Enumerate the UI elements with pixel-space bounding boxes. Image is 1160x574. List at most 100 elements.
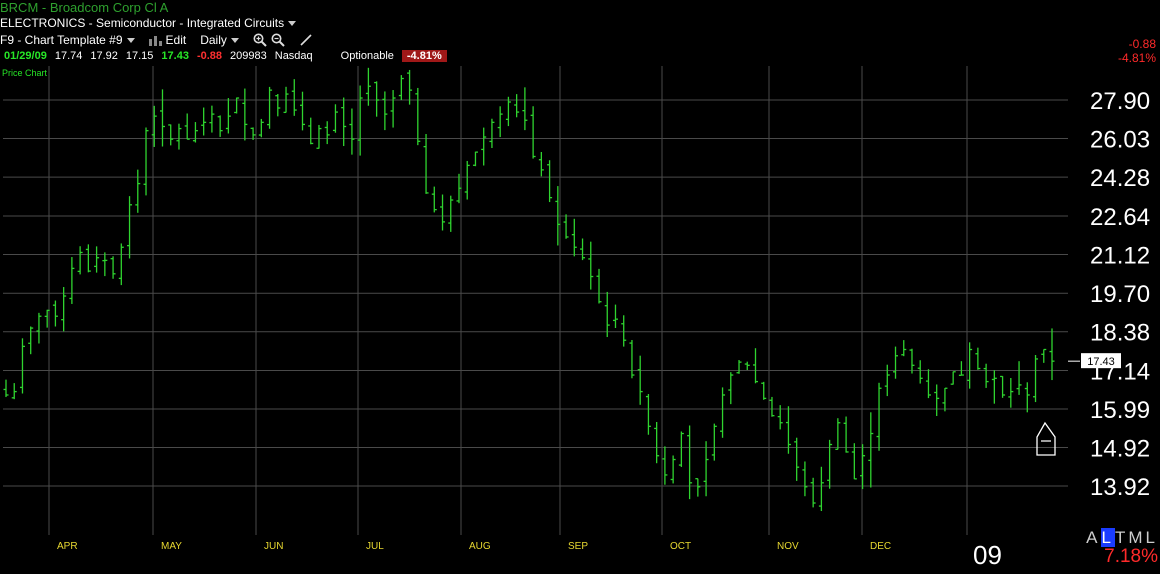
ohlc-bar: [818, 466, 824, 512]
ohlc-bar: [514, 94, 520, 118]
ohlc-bar: [275, 93, 281, 117]
tab-m[interactable]: M: [1128, 528, 1145, 547]
ohlc-bar: [958, 361, 964, 376]
ohlc-bar: [431, 186, 437, 213]
ohlc-bar: [835, 418, 841, 450]
tab-l2[interactable]: L: [1146, 528, 1158, 547]
ohlc-bar: [563, 214, 569, 239]
price-chart[interactable]: 27.9026.0324.2822.6421.1219.7018.3817.14…: [0, 0, 1160, 574]
y-tick-label: 13.92: [1090, 474, 1150, 501]
ohlc-bar: [1024, 382, 1030, 413]
bottom-right-panel: ALTML 7.18%: [1086, 528, 1158, 568]
ohlc-bar: [1000, 375, 1006, 398]
ohlc-bar: [1049, 328, 1055, 381]
ohlc-bar: [868, 412, 874, 488]
ohlc-bar: [267, 86, 273, 129]
ohlc-bar: [69, 257, 75, 304]
ohlc-bar: [440, 194, 446, 231]
ohlc-bar: [217, 115, 223, 137]
ohlc-bar: [291, 79, 297, 116]
ohlc-bar: [118, 243, 124, 286]
ohlc-bar: [1016, 361, 1022, 395]
ohlc-bar: [711, 423, 717, 461]
bottom-pct: 7.18%: [1104, 546, 1158, 567]
ohlc-bar: [192, 122, 198, 143]
y-tick-label: 14.92: [1090, 435, 1150, 462]
ohlc-bar: [884, 364, 890, 397]
ohlc-bar: [184, 113, 190, 140]
ohlc-bar: [316, 124, 322, 149]
ohlc-bar: [159, 89, 165, 147]
x-month-label: JUN: [264, 541, 283, 552]
last-price-label: 17.43: [1087, 356, 1115, 368]
ohlc-bar: [580, 238, 586, 261]
ohlc-bar: [489, 118, 495, 149]
cursor-icon: [1036, 421, 1056, 456]
y-tick-label: 27.90: [1090, 88, 1150, 115]
ohlc-bar: [810, 477, 816, 508]
ohlc-bar: [85, 244, 91, 273]
ohlc-bar: [94, 246, 100, 273]
x-month-label: MAY: [161, 541, 182, 552]
ohlc-bar: [752, 348, 758, 384]
ohlc-bar: [687, 425, 693, 500]
ohlc-bar: [209, 105, 215, 133]
ohlc-bar: [991, 370, 997, 404]
ohlc-bar: [349, 108, 355, 155]
ohlc-bar: [308, 117, 314, 145]
ohlc-bar: [670, 455, 676, 484]
ohlc-bar: [464, 160, 470, 200]
ohlc-bar: [975, 347, 981, 370]
x-month-label: AUG: [469, 541, 491, 552]
ohlc-bar: [28, 326, 34, 355]
y-tick-label: 15.99: [1090, 397, 1150, 424]
ohlc-bar: [662, 446, 668, 485]
tab-a[interactable]: A: [1086, 528, 1100, 547]
y-tick-label: 26.03: [1090, 127, 1150, 154]
ohlc-bar: [481, 127, 487, 166]
ohlc-bar: [571, 218, 577, 257]
ohlc-bar: [942, 387, 948, 412]
ohlc-bar: [143, 127, 149, 196]
ohlc-bar: [110, 256, 116, 279]
ohlc-bar: [497, 106, 503, 138]
ohlc-bar: [19, 338, 25, 394]
y-tick-label: 18.38: [1090, 320, 1150, 347]
ohlc-bar: [258, 118, 264, 138]
x-axis-labels: APR MAY JUN JUL AUG SEP OCT NOV DEC: [57, 541, 891, 552]
ohlc-bar: [925, 369, 931, 399]
ohlc-bar: [448, 195, 454, 232]
year-label: 09: [973, 540, 1002, 570]
ohlc-bar: [703, 441, 709, 497]
ohlc-bar: [522, 87, 528, 131]
ohlc-bar: [917, 360, 923, 384]
y-tick-label: 24.28: [1090, 165, 1150, 192]
ohlc-bar: [77, 246, 83, 275]
x-month-label: OCT: [670, 541, 691, 552]
ohlc-bar: [909, 348, 915, 374]
timeframe-tabs: ALTML: [1086, 528, 1158, 548]
tab-t[interactable]: T: [1115, 528, 1128, 547]
ohlc-bar: [1033, 354, 1039, 403]
ohlc-bar: [720, 387, 726, 438]
x-month-label: SEP: [568, 541, 588, 552]
tab-l[interactable]: L: [1100, 528, 1115, 547]
ohlc-bar: [728, 372, 734, 405]
x-month-label: JUL: [366, 541, 384, 552]
ohlc-bar: [794, 437, 800, 481]
ohlc-bar: [168, 124, 174, 146]
x-month-label: DEC: [870, 541, 891, 552]
ohlc-bar: [761, 381, 767, 400]
ohlc-bar: [893, 346, 899, 379]
ohlc-bar: [505, 96, 511, 127]
ohlc-bar: [530, 106, 536, 159]
ohlc-bar: [802, 461, 808, 497]
ohlc-bar: [423, 134, 429, 194]
ohlc-bar: [736, 360, 742, 374]
ohlc-bar: [332, 104, 338, 133]
ohlc-bar: [135, 169, 141, 213]
ohlc-bar: [324, 121, 330, 145]
ohlc-bar: [127, 196, 133, 259]
y-tick-label: 21.12: [1090, 243, 1150, 270]
y-axis-labels: 27.9026.0324.2822.6421.1219.7018.3817.14…: [1090, 88, 1150, 501]
